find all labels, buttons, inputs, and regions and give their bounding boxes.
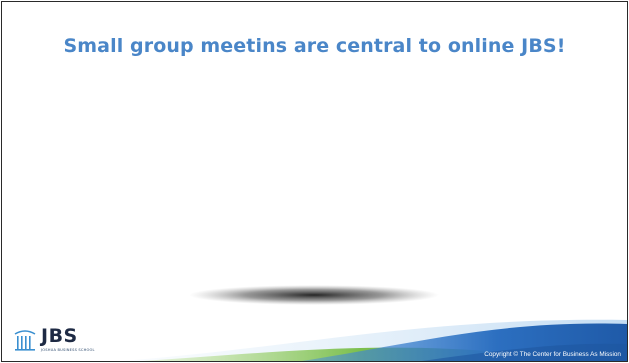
footer-wave-decoration — [122, 319, 627, 361]
jbs-logo: JBS JOSHUA BUSINESS SCHOOL — [13, 325, 133, 358]
copyright-notice: Copyright © The Center for Business As M… — [484, 351, 621, 358]
slide: Small group meetins are central to onlin… — [1, 1, 628, 362]
logo-subtext: JOSHUA BUSINESS SCHOOL — [41, 348, 95, 352]
pillars-arch-icon — [14, 330, 36, 351]
logo-text: JBS — [41, 325, 78, 347]
